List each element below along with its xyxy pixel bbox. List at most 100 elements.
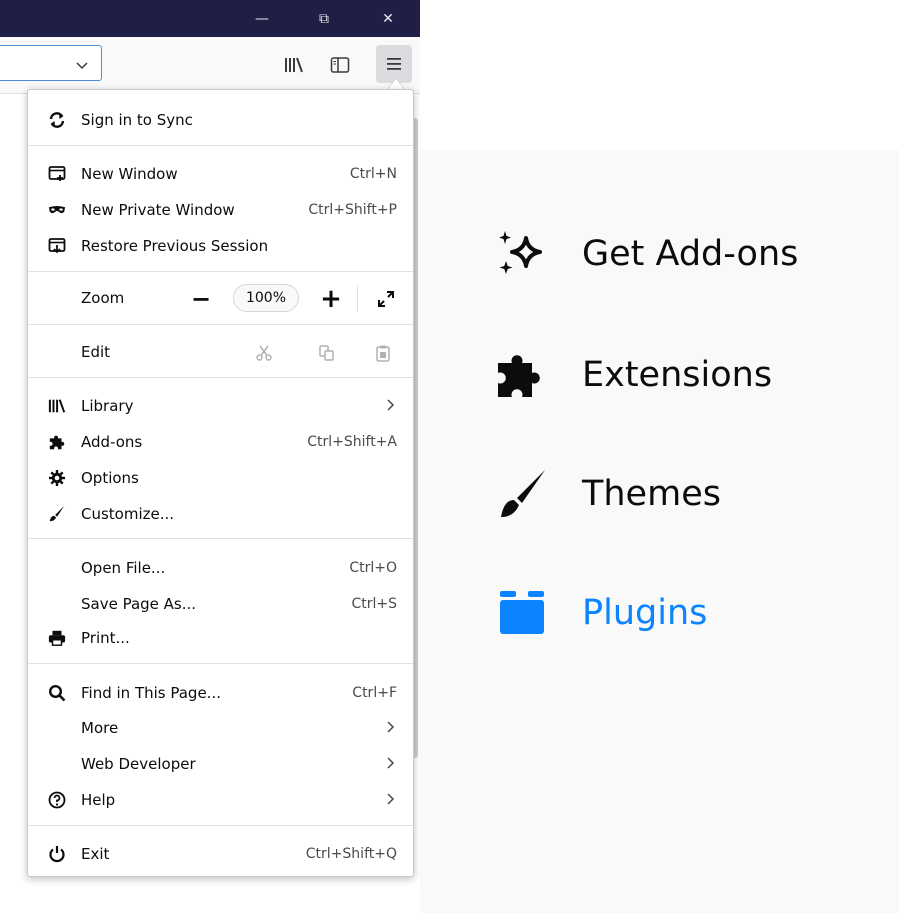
nav-toolbar [0,37,420,94]
menu-item-label: Library [81,397,134,415]
paste-icon [376,345,390,362]
category-get-addons[interactable]: Get Add-ons [496,222,876,286]
title-bar: — ⧉ ✕ [0,0,420,37]
restore-session-icon [48,237,66,255]
zoom-divider [357,286,358,312]
menu-item-restore-session[interactable]: Restore Previous Session [28,228,413,264]
category-label: Plugins [582,593,708,633]
menu-item-new-private-window[interactable]: New Private Window Ctrl+Shift+P [28,192,413,228]
zoom-in-button[interactable]: + [319,284,343,314]
menu-item-find[interactable]: Find in This Page... Ctrl+F [28,675,413,711]
minimize-icon: — [255,10,269,27]
menu-item-help[interactable]: Help [28,782,413,818]
menu-item-exit[interactable]: Exit Ctrl+Shift+Q [28,836,413,872]
new-window-icon [48,165,66,183]
menu-item-open-file[interactable]: Open File... Ctrl+O [28,550,413,586]
paintbrush-icon [496,468,548,520]
sync-icon [48,111,66,129]
fullscreen-button[interactable] [374,288,398,310]
menu-item-new-window[interactable]: New Window Ctrl+N [28,156,413,192]
menu-item-label: New Window [81,165,178,183]
chevron-down-icon [76,62,88,70]
zoom-label: Zoom [81,289,125,307]
menu-item-zoom: Zoom − 100% + [28,280,413,316]
menu-item-label: Exit [81,845,110,863]
chevron-right-icon [385,756,395,774]
menu-item-label: Print... [81,629,130,647]
sidebar-icon [330,57,350,73]
minus-icon: − [190,285,212,313]
menu-item-shortcut: Ctrl+Shift+Q [305,846,397,862]
url-bar[interactable] [0,45,102,81]
sparkle-icon [496,228,548,280]
menu-separator [28,324,413,325]
menu-item-edit: Edit [28,334,413,370]
category-label: Get Add-ons [582,234,799,274]
gear-icon [48,469,66,487]
menu-item-web-developer[interactable]: Web Developer [28,746,413,782]
menu-item-shortcut: Ctrl+O [349,560,397,576]
zoom-reset-button[interactable]: 100% [233,284,299,312]
help-icon [48,791,66,809]
category-label: Extensions [582,355,773,395]
chevron-right-icon [385,792,395,810]
menu-item-print[interactable]: Print... [28,620,413,656]
power-icon [48,845,66,863]
open-menu-button[interactable] [376,45,412,83]
cut-button[interactable] [254,343,274,363]
url-dropdown-button[interactable] [75,55,89,74]
menu-item-shortcut: Ctrl+N [349,166,397,182]
zoom-level-value: 100% [245,290,287,306]
menu-item-label: New Private Window [81,201,235,219]
firefox-window: — ⧉ ✕ Sign in to Sync New Window Ctrl+N … [0,0,420,913]
menu-item-customize[interactable]: Customize... [28,496,413,532]
paste-button[interactable] [373,343,393,363]
menu-separator [28,663,413,664]
category-plugins[interactable]: Plugins [496,581,876,645]
minimize-button[interactable]: — [236,0,288,37]
menu-separator [28,538,413,539]
menu-item-addons[interactable]: Add-ons Ctrl+Shift+A [28,424,413,460]
menu-item-label: Save Page As... [81,595,197,613]
menu-item-label: Customize... [81,505,175,523]
restore-icon: ⧉ [319,10,329,27]
menu-item-label: More [81,719,119,737]
copy-icon [319,345,334,361]
paintbrush-icon [48,505,66,523]
menu-item-label: Add-ons [81,433,143,451]
sidebar-button[interactable] [326,51,354,79]
menu-item-label: Options [81,469,139,487]
category-extensions[interactable]: Extensions [496,343,876,407]
menu-separator [28,377,413,378]
plugin-icon [496,587,548,639]
library-icon [48,397,66,415]
puzzle-icon [496,349,548,401]
library-button[interactable] [280,51,308,79]
fullscreen-icon [378,291,394,307]
menu-item-sync[interactable]: Sign in to Sync [28,102,413,138]
menu-item-save-page[interactable]: Save Page As... Ctrl+S [28,586,413,622]
menu-item-label: Find in This Page... [81,684,221,702]
search-icon [48,684,66,702]
zoom-out-button[interactable]: − [189,285,213,313]
menu-separator [28,271,413,272]
menu-item-label: Web Developer [81,755,196,773]
menu-item-shortcut: Ctrl+Shift+P [308,202,397,218]
hamburger-menu-icon [387,58,401,70]
menu-item-options[interactable]: Options [28,460,413,496]
category-themes[interactable]: Themes [496,462,876,526]
restore-button[interactable]: ⧉ [298,0,350,37]
copy-button[interactable] [317,343,337,363]
menu-item-more[interactable]: More [28,710,413,746]
chevron-right-icon [385,720,395,738]
menu-item-label: Sign in to Sync [81,111,193,129]
close-window-button[interactable]: ✕ [362,0,414,37]
plus-icon: + [320,284,342,314]
menu-item-library[interactable]: Library [28,388,413,424]
cut-icon [256,345,272,361]
menu-item-label: Help [81,791,116,809]
menu-item-label: Open File... [81,559,166,577]
chevron-right-icon [385,398,395,416]
edit-label: Edit [81,343,111,361]
app-menu-panel: Sign in to Sync New Window Ctrl+N New Pr… [27,89,414,877]
